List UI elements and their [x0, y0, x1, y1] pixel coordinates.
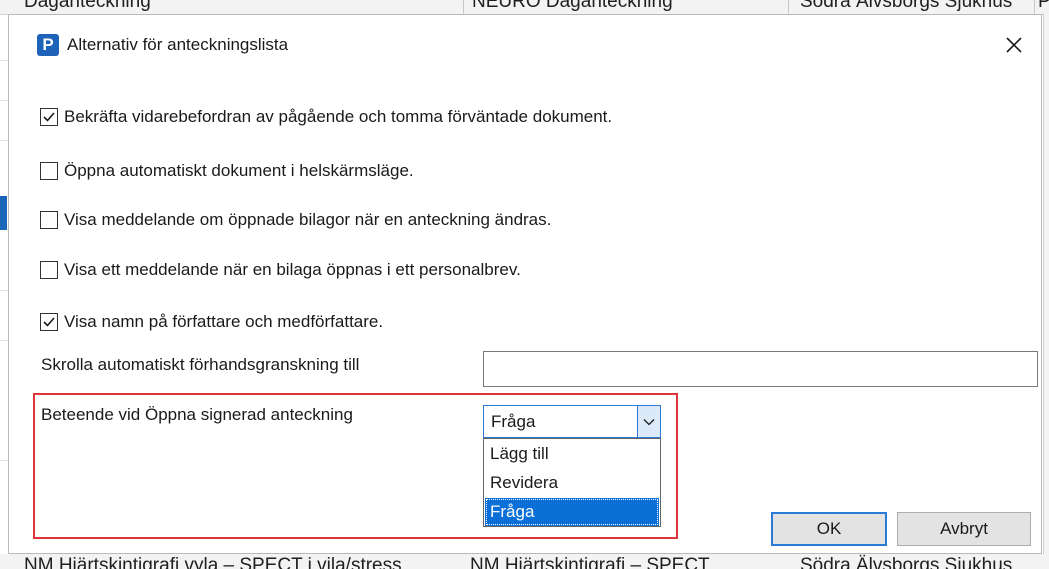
- background-cell: Daganteckning: [24, 0, 151, 12]
- checkmark-icon: [43, 112, 55, 122]
- scroll-preview-input[interactable]: [483, 351, 1038, 387]
- background-grid-line: [0, 100, 8, 101]
- dropdown-option-revise[interactable]: Revidera: [485, 469, 659, 497]
- background-grid-line: [0, 340, 8, 341]
- option-staff-letter-message[interactable]: Visa ett meddelande när en bilaga öppnas…: [40, 260, 521, 280]
- option-label: Visa ett meddelande när en bilaga öppnas…: [64, 260, 521, 279]
- dialog-title: Alternativ för anteckningslista: [67, 35, 289, 54]
- background-grid-line: [0, 140, 8, 141]
- close-button[interactable]: [994, 27, 1034, 63]
- dropdown-option-add[interactable]: Lägg till: [485, 440, 659, 468]
- background-cell: Södra Älvsborgs Sjukhus: [800, 555, 1013, 569]
- dropdown-option-ask[interactable]: Fråga: [485, 498, 659, 526]
- option-label: Öppna automatiskt dokument i helskärmslä…: [64, 161, 414, 180]
- title-bar[interactable]: P Alternativ för anteckningslista: [9, 15, 1041, 73]
- option-confirm-forwarding[interactable]: Bekräfta vidarebefordran av pågående och…: [40, 107, 612, 127]
- option-show-authors[interactable]: Visa namn på författare och medförfattar…: [40, 312, 383, 332]
- app-logo-icon: P: [37, 34, 59, 56]
- option-label: Bekräfta vidarebefordran av pågående och…: [64, 107, 613, 126]
- ok-button[interactable]: OK: [771, 512, 887, 546]
- select-value: Fråga: [491, 412, 536, 431]
- column-separator: [1034, 0, 1035, 14]
- background-right-edge: [1043, 14, 1049, 554]
- checkbox-open-fullscreen[interactable]: [40, 162, 58, 180]
- background-grid-line: [0, 60, 8, 61]
- background-cell: NEURO Daganteckning: [472, 0, 673, 12]
- background-table-header: Daganteckning NEURO Daganteckning Södra …: [0, 0, 1049, 15]
- dropdown-toggle[interactable]: [637, 406, 660, 437]
- background-grid-line: [0, 290, 8, 291]
- option-attachment-message[interactable]: Visa meddelande om öppnade bilagor när e…: [40, 210, 551, 230]
- open-signed-dropdown-list: Lägg till Revidera Fråga: [483, 438, 661, 527]
- background-cell: P: [1038, 0, 1049, 13]
- background-cell: Södra Älvsborgs Sjukhus: [800, 0, 1013, 12]
- open-signed-select[interactable]: Fråga: [483, 405, 661, 438]
- option-label: Visa namn på författare och medförfattar…: [64, 312, 384, 331]
- background-grid-line: [0, 460, 8, 461]
- checkbox-attachment-message[interactable]: [40, 211, 58, 229]
- option-open-fullscreen[interactable]: Öppna automatiskt dokument i helskärmslä…: [40, 161, 414, 181]
- checkmark-icon: [43, 317, 55, 327]
- checkbox-show-authors[interactable]: [40, 313, 58, 331]
- background-selection-marker: [0, 196, 7, 230]
- checkbox-staff-letter-message[interactable]: [40, 261, 58, 279]
- column-separator: [463, 0, 464, 14]
- background-cell: NM Hjärtskintigrafi – SPECT: [470, 555, 710, 569]
- scroll-preview-label: Skrolla automatiskt förhandsgranskning t…: [41, 355, 360, 374]
- close-icon: [1006, 37, 1022, 53]
- option-label: Visa meddelande om öppnade bilagor när e…: [64, 210, 552, 229]
- options-dialog: P Alternativ för anteckningslista Bekräf…: [8, 14, 1042, 554]
- chevron-down-icon: [643, 418, 655, 425]
- background-table-row: NM Hjärtskintigrafi vyla – SPECT i vila/…: [0, 554, 1049, 569]
- open-signed-label: Beteende vid Öppna signerad anteckning: [41, 405, 353, 424]
- column-separator: [788, 0, 789, 14]
- checkbox-confirm-forwarding[interactable]: [40, 108, 58, 126]
- background-cell: NM Hjärtskintigrafi vyla – SPECT i vila/…: [24, 555, 402, 569]
- cancel-button[interactable]: Avbryt: [897, 512, 1031, 546]
